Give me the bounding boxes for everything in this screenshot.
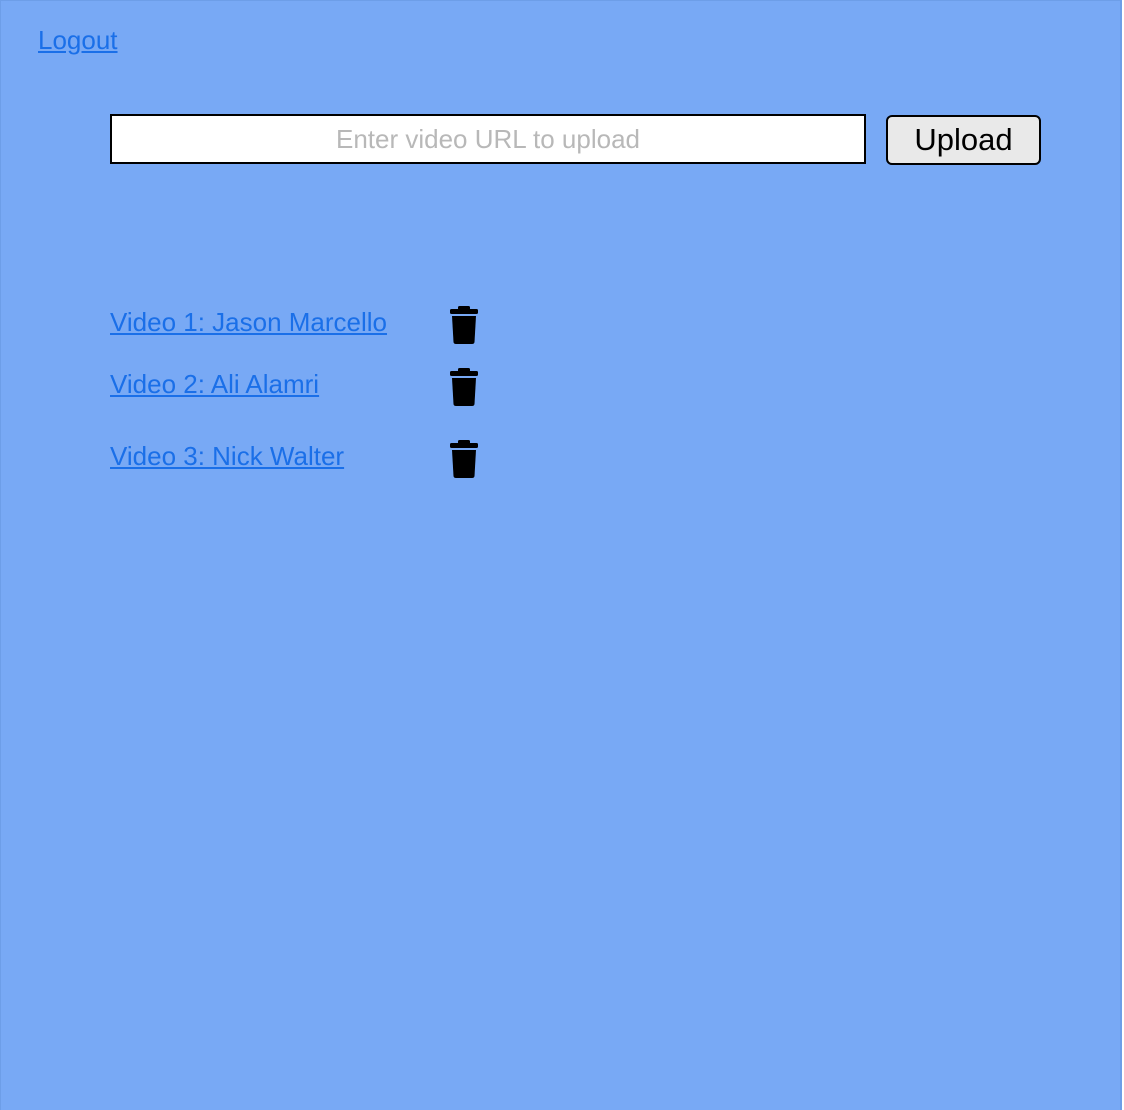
trash-icon[interactable] [448, 305, 480, 345]
page: Logout Upload Video 1: Jason Marcello Vi… [0, 0, 1122, 1110]
logout-link[interactable]: Logout [38, 25, 118, 56]
trash-icon[interactable] [448, 439, 480, 479]
video-link[interactable]: Video 3: Nick Walter [110, 441, 344, 472]
video-link[interactable]: Video 2: Ali Alamri [110, 369, 319, 400]
trash-icon[interactable] [448, 367, 480, 407]
video-list-item: Video 3: Nick Walter [110, 439, 610, 479]
video-list-item: Video 1: Jason Marcello [110, 305, 610, 345]
video-list-item: Video 2: Ali Alamri [110, 367, 610, 407]
upload-button[interactable]: Upload [886, 115, 1041, 165]
video-link[interactable]: Video 1: Jason Marcello [110, 307, 387, 338]
video-url-input[interactable] [110, 114, 866, 164]
